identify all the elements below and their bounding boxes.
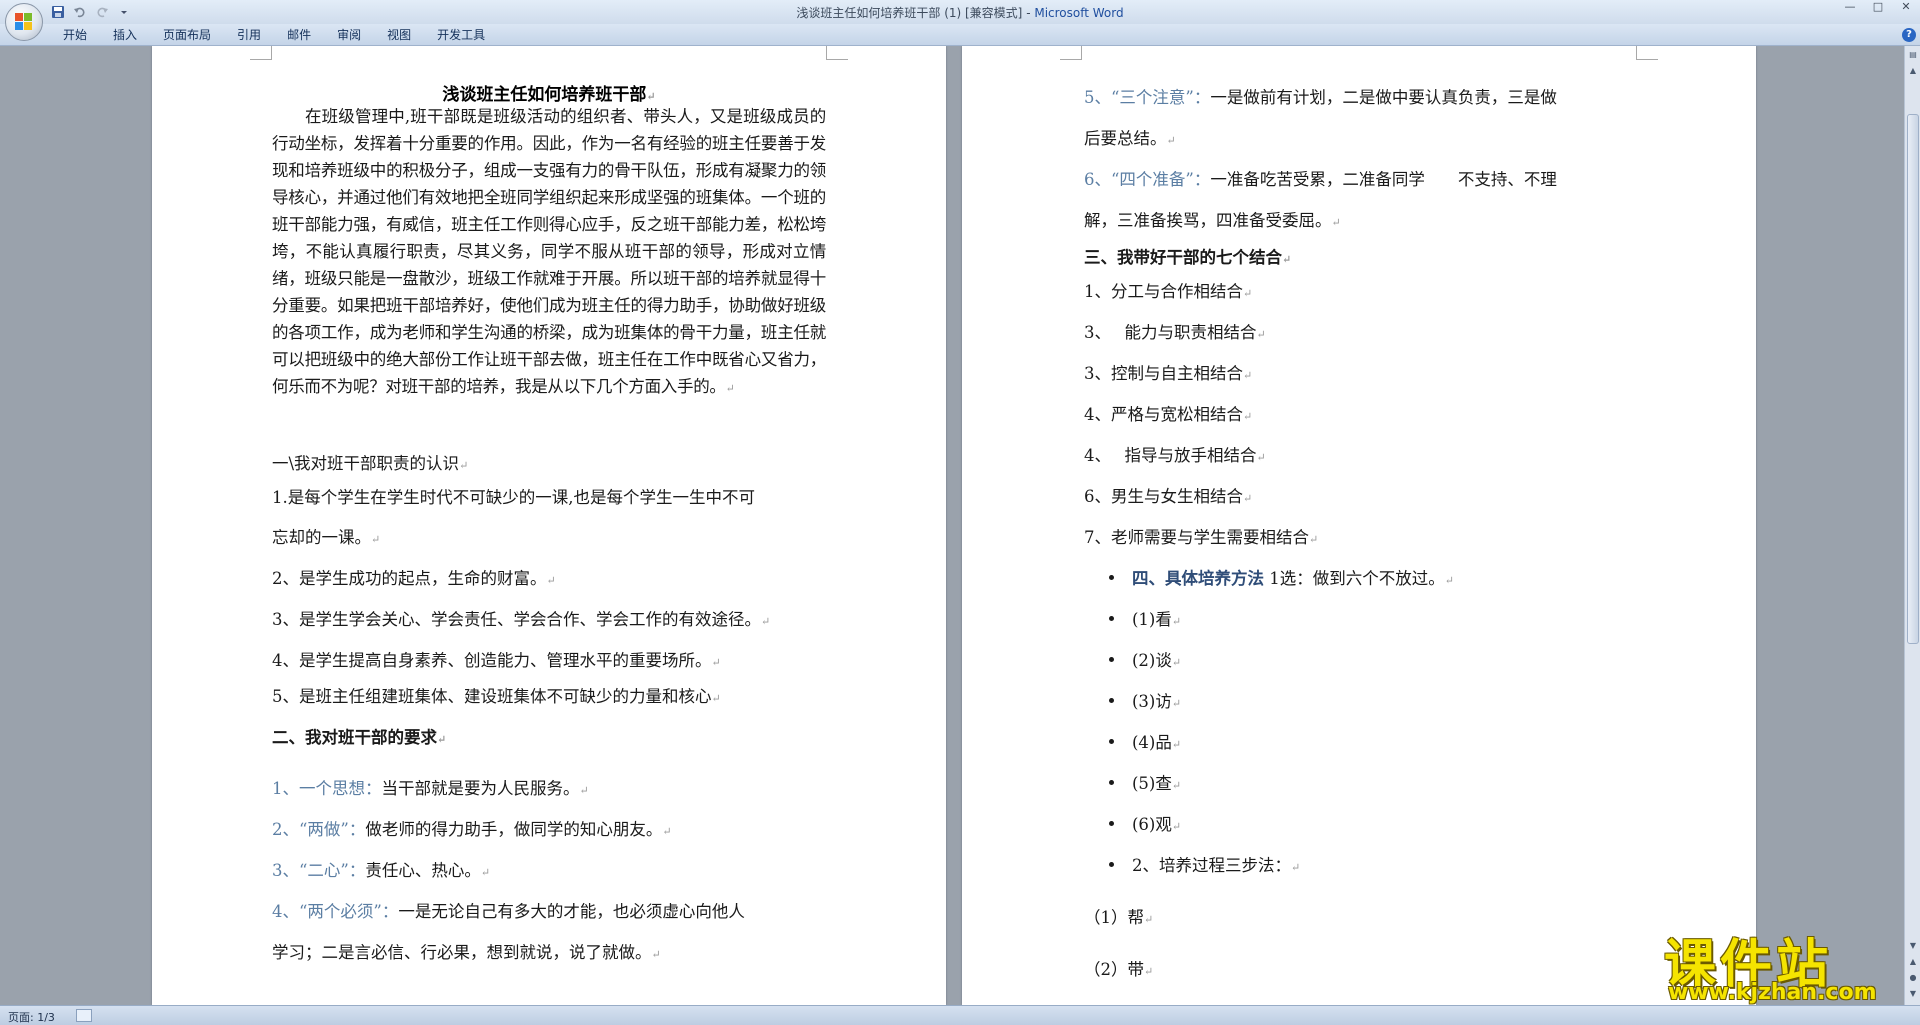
list-item: 4、“两个必须”：一是无论自己有多大的才能，也必须虚心向他人: [272, 902, 745, 921]
list-item: 后要总结。↵: [1084, 129, 1176, 148]
intro-paragraph: 在班级管理中,班干部既是班级活动的组织者、带头人，又是班级成员的行动坐标，发挥着…: [272, 107, 826, 396]
list-item: 4、严格与宽松相结合↵: [1084, 405, 1253, 424]
list-item: 7、老师需要与学生需要相结合↵: [1084, 528, 1319, 547]
bullet-icon: [1109, 821, 1114, 826]
list-item: 4、 指导与放手相结合↵: [1084, 446, 1266, 465]
list-item: 学习；二是言必信、行必果，想到就说，说了就做。↵: [272, 943, 661, 962]
scroll-up-icon[interactable]: ▲: [1906, 64, 1920, 78]
document-page-2[interactable]: 5、“三个注意”：一是做前有计划，二是做中要认真负责，三是做 后要总结。↵ 6、…: [962, 46, 1756, 1005]
document-workspace: 浅谈班主任如何培养班干部↵ 在班级管理中,班干部既是班级活动的组织者、带头人，又…: [0, 46, 1904, 1005]
list-item: 忘却的一课。↵: [272, 528, 381, 547]
select-browse-object-icon[interactable]: ●: [1906, 971, 1920, 985]
list-item: 3、“二心”：责任心、热心。↵: [272, 861, 491, 880]
margin-corner-mark: [1636, 46, 1658, 60]
tab-developer[interactable]: 开发工具: [424, 24, 498, 46]
title-separator: -: [1022, 6, 1035, 20]
list-item: 4、是学生提高自身素养、创造能力、管理水平的重要场所。↵: [272, 651, 721, 670]
bullet-icon: [1109, 657, 1114, 662]
ribbon-tab-bar: 开始 插入 页面布局 引用 邮件 审阅 视图 开发工具 ?: [0, 24, 1920, 46]
section-heading-2: 二、我对班干部的要求↵: [272, 728, 447, 747]
office-logo-icon: [15, 13, 33, 31]
list-item: 1、分工与合作相结合↵: [1084, 282, 1253, 301]
ruler-toggle-icon[interactable]: ▤: [1906, 48, 1920, 62]
document-title: 浅谈班主任如何培养班干部 (1) [兼容模式]: [796, 6, 1023, 20]
list-item: (4)品↵: [1132, 733, 1182, 752]
maximize-button[interactable]: □: [1864, 0, 1892, 16]
proofing-icon[interactable]: [76, 1009, 92, 1022]
list-item: (5)查↵: [1132, 774, 1182, 793]
bullet-icon: [1109, 575, 1114, 580]
section-heading-1: 一\我对班干部职责的认识↵: [272, 454, 469, 473]
list-item: 四、具体培养方法 1选：做到六个不放过。↵: [1132, 569, 1454, 588]
office-button[interactable]: [5, 3, 43, 41]
list-item: (6)观↵: [1132, 815, 1182, 834]
list-item: 5、是班主任组建班集体、建设班集体不可缺少的力量和核心↵: [272, 687, 721, 706]
list-item: 解，三准备挨骂，四准备受委屈。↵: [1084, 211, 1341, 230]
scroll-thumb[interactable]: [1907, 114, 1919, 644]
previous-page-icon[interactable]: ▲: [1906, 955, 1920, 969]
margin-corner-mark: [1060, 46, 1082, 60]
list-item: （2）带↵: [1084, 960, 1154, 979]
list-item: (3)访↵: [1132, 692, 1182, 711]
vertical-scrollbar[interactable]: ▤ ▲ ▼ ▲ ● ▼: [1904, 46, 1920, 1005]
minimize-button[interactable]: —: [1836, 0, 1864, 16]
list-item: 3、是学生学会关心、学会责任、学会合作、学会工作的有效途径。↵: [272, 610, 771, 629]
section-heading-3: 三、我带好干部的七个结合↵: [1084, 248, 1292, 267]
page-count[interactable]: 页面: 1/3: [8, 1009, 55, 1025]
next-page-icon[interactable]: ▼: [1906, 987, 1920, 1001]
tab-page-layout[interactable]: 页面布局: [150, 24, 224, 46]
list-item: 1、一个思想：当干部就是要为人民服务。↵: [272, 779, 589, 798]
list-item: 5、“三个注意”：一是做前有计划，二是做中要认真负责，三是做: [1084, 88, 1557, 107]
list-item: 1.是每个学生在学生时代不可缺少的一课,也是每个学生一生中不可: [272, 488, 755, 507]
site-watermark: 课件站 www.kjzhan.com: [1664, 922, 1904, 1005]
document-title-heading: 浅谈班主任如何培养班干部↵: [442, 85, 656, 105]
document-page-1[interactable]: 浅谈班主任如何培养班干部↵ 在班级管理中,班干部既是班级活动的组织者、带头人，又…: [152, 46, 946, 1005]
tab-insert[interactable]: 插入: [100, 24, 150, 46]
list-item: （1）帮↵: [1084, 908, 1154, 927]
close-button[interactable]: ✕: [1892, 0, 1920, 16]
list-item: 6、“四个准备”：一准备吃苦受累，二准备同学 不支持、不理: [1084, 170, 1557, 189]
list-item: 3、 能力与职责相结合↵: [1084, 323, 1266, 342]
tab-view[interactable]: 视图: [374, 24, 424, 46]
list-item: 2、培养过程三步法：↵: [1132, 856, 1301, 875]
window-title: 浅谈班主任如何培养班干部 (1) [兼容模式] - Microsoft Word: [0, 4, 1920, 21]
list-item: 6、男生与女生相结合↵: [1084, 487, 1253, 506]
bullet-icon: [1109, 739, 1114, 744]
watermark-url: www.kjzhan.com: [1668, 980, 1877, 1005]
margin-corner-mark: [250, 46, 272, 60]
bullet-icon: [1109, 698, 1114, 703]
tab-home[interactable]: 开始: [50, 24, 100, 46]
list-item: 2、是学生成功的起点，生命的财富。↵: [272, 569, 556, 588]
list-item: 2、“两做”：做老师的得力助手，做同学的知心朋友。↵: [272, 820, 672, 839]
tab-review[interactable]: 审阅: [324, 24, 374, 46]
title-bar: 浅谈班主任如何培养班干部 (1) [兼容模式] - Microsoft Word…: [0, 0, 1920, 24]
list-item: (1)看↵: [1132, 610, 1182, 629]
tab-mailings[interactable]: 邮件: [274, 24, 324, 46]
bullet-icon: [1109, 862, 1114, 867]
window-controls: — □ ✕: [1836, 0, 1920, 16]
tab-references[interactable]: 引用: [224, 24, 274, 46]
help-icon[interactable]: ?: [1902, 28, 1916, 42]
list-item: (2)谈↵: [1132, 651, 1182, 670]
margin-corner-mark: [826, 46, 848, 60]
list-item: 3、控制与自主相结合↵: [1084, 364, 1253, 383]
scroll-down-icon[interactable]: ▼: [1906, 939, 1920, 953]
status-bar: 页面: 1/3: [0, 1005, 1920, 1025]
bullet-icon: [1109, 616, 1114, 621]
app-name: Microsoft Word: [1034, 6, 1124, 20]
bullet-icon: [1109, 780, 1114, 785]
